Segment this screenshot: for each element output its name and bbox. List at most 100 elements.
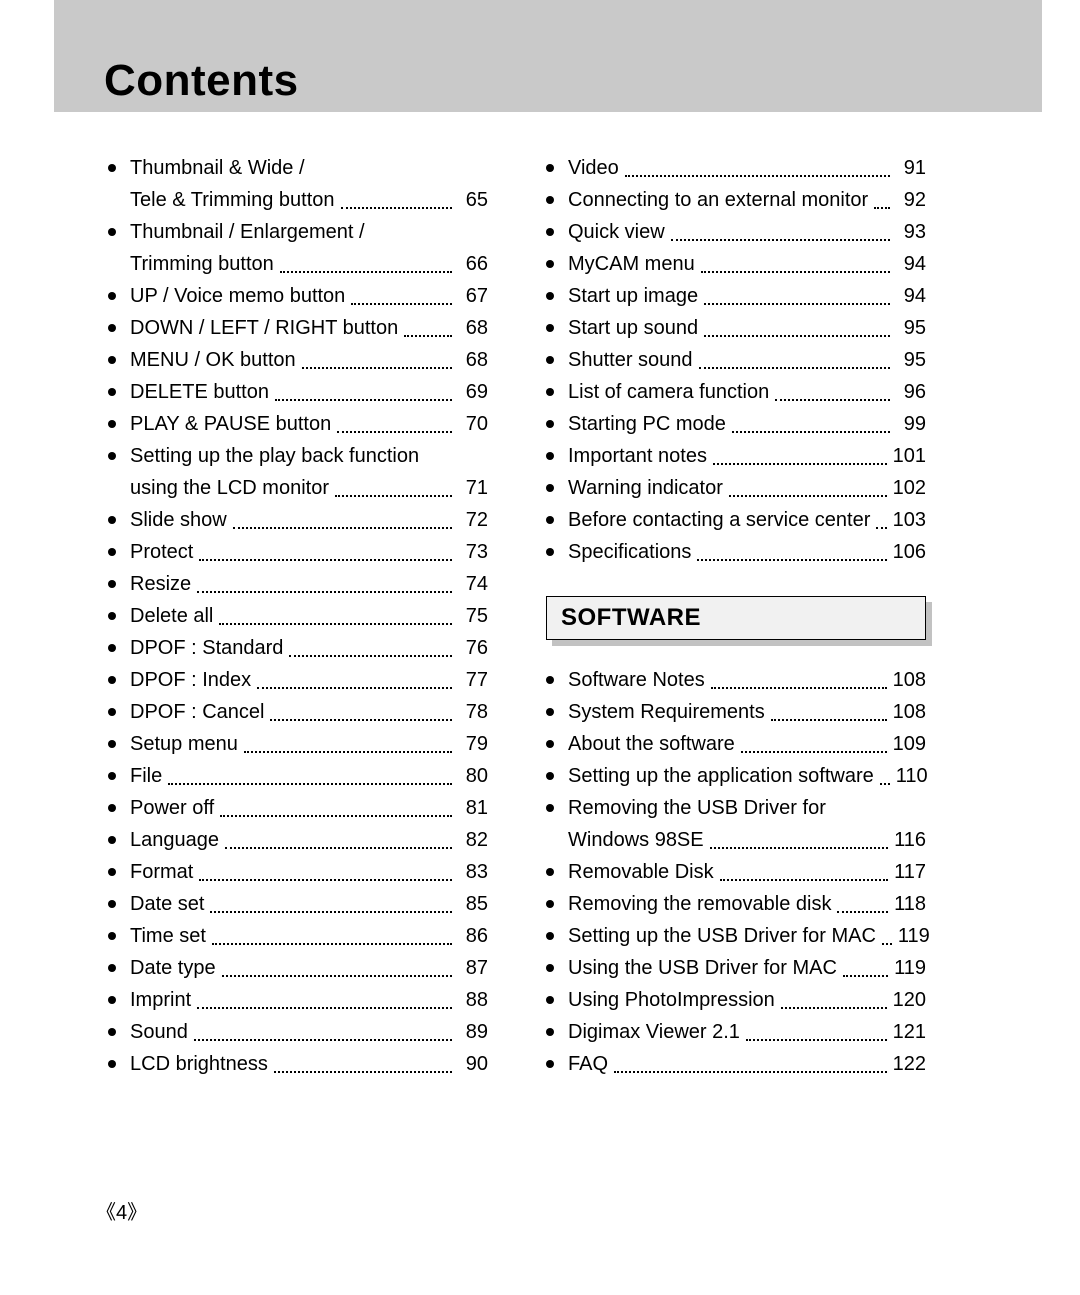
bullet-icon	[108, 996, 116, 1004]
toc-entry: Start up sound95	[546, 312, 926, 344]
toc-label: using the LCD monitor	[130, 472, 329, 504]
bullet-icon	[546, 740, 554, 748]
toc-label: Start up image	[568, 280, 698, 312]
toc-entry: Starting PC mode99	[546, 408, 926, 440]
leader-dots	[341, 207, 452, 209]
toc-entry: Start up image94	[546, 280, 926, 312]
bullet-icon	[108, 516, 116, 524]
toc-label: Video	[568, 152, 619, 184]
toc-entry: Connecting to an external monitor92	[546, 184, 926, 216]
toc-label: Setting up the application software	[568, 760, 874, 792]
toc-page: 95	[896, 344, 926, 376]
leader-dots	[701, 271, 890, 273]
toc-label: Important notes	[568, 440, 707, 472]
toc-entry: Shutter sound 95	[546, 344, 926, 376]
bullet-icon	[108, 676, 116, 684]
leader-dots	[335, 495, 452, 497]
toc-page: 108	[893, 696, 926, 728]
toc-label: UP / Voice memo button	[130, 280, 345, 312]
toc-page: 77	[458, 664, 488, 696]
bullet-icon	[546, 420, 554, 428]
toc-label: Removing the removable disk	[568, 888, 831, 920]
bullet-icon	[546, 868, 554, 876]
toc-page: 89	[458, 1016, 488, 1048]
bullet-icon	[546, 996, 554, 1004]
toc-label: PLAY & PAUSE button	[130, 408, 331, 440]
toc-page: 74	[458, 568, 488, 600]
bullet-icon	[546, 292, 554, 300]
leader-dots	[843, 975, 888, 977]
toc-entry-cont: using the LCD monitor71	[108, 472, 488, 504]
toc-label: Date type	[130, 952, 216, 984]
bullet-icon	[546, 900, 554, 908]
toc-label: Connecting to an external monitor	[568, 184, 868, 216]
toc-label: Using PhotoImpression	[568, 984, 775, 1016]
bullet-icon	[546, 356, 554, 364]
toc-page: 65	[458, 184, 488, 216]
leader-dots	[671, 239, 890, 241]
toc-label: Setting up the USB Driver for MAC	[568, 920, 876, 952]
bullet-icon	[546, 932, 554, 940]
bullet-icon	[546, 484, 554, 492]
toc-page: 99	[896, 408, 926, 440]
toc-page: 67	[458, 280, 488, 312]
toc-label: Sound	[130, 1016, 188, 1048]
toc-entry: Format83	[108, 856, 488, 888]
toc-label: Thumbnail / Enlargement /	[130, 216, 365, 248]
toc-entry-cont: Trimming button66	[108, 248, 488, 280]
leader-dots	[720, 879, 889, 881]
toc-label: Trimming button	[130, 248, 274, 280]
bullet-icon	[108, 868, 116, 876]
leader-dots	[197, 591, 452, 593]
bullet-icon	[546, 548, 554, 556]
toc-label: Date set	[130, 888, 204, 920]
leader-dots	[275, 399, 452, 401]
bullet-icon	[108, 644, 116, 652]
toc-entry: Important notes101	[546, 440, 926, 472]
toc-entry: Delete all75	[108, 600, 488, 632]
toc-page: 109	[893, 728, 926, 760]
toc-entry: File80	[108, 760, 488, 792]
toc-entry-cont: Windows 98SE116	[546, 824, 926, 856]
toc-entry: List of camera function96	[546, 376, 926, 408]
toc-entry: Date set85	[108, 888, 488, 920]
toc-page: 69	[458, 376, 488, 408]
toc-entry: Setting up the play back function	[108, 440, 488, 472]
leader-dots	[876, 527, 886, 529]
toc-label: About the software	[568, 728, 735, 760]
toc-label: Windows 98SE	[568, 824, 704, 856]
toc-page: 119	[898, 920, 930, 952]
leader-dots	[741, 751, 887, 753]
toc-label: LCD brightness	[130, 1048, 268, 1080]
toc-page: 76	[458, 632, 488, 664]
leader-dots	[614, 1071, 887, 1073]
leader-dots	[233, 527, 452, 529]
toc-page: 122	[893, 1048, 926, 1080]
bullet-icon	[108, 164, 116, 172]
leader-dots	[771, 719, 887, 721]
bullet-icon	[546, 1060, 554, 1068]
bullet-icon	[108, 740, 116, 748]
toc-entry: Setting up the USB Driver for MAC119	[546, 920, 926, 952]
toc-label: Removing the USB Driver for	[568, 792, 826, 824]
leader-dots	[197, 1007, 452, 1009]
bullet-icon	[108, 548, 116, 556]
bullet-icon	[108, 580, 116, 588]
right-top-list: Video91Connecting to an external monitor…	[546, 152, 926, 568]
toc-page: 121	[893, 1016, 926, 1048]
toc-entry: LCD brightness90	[108, 1048, 488, 1080]
leader-dots	[732, 431, 890, 433]
toc-label: MENU / OK button	[130, 344, 296, 376]
toc-page: 93	[896, 216, 926, 248]
toc-page: 95	[896, 312, 926, 344]
toc-entry: Software Notes108	[546, 664, 926, 696]
bullet-icon	[108, 836, 116, 844]
bullet-icon	[546, 1028, 554, 1036]
leader-dots	[289, 655, 452, 657]
toc-label: Quick view	[568, 216, 665, 248]
toc-label: Shutter sound	[568, 344, 693, 376]
toc-label: Tele & Trimming button	[130, 184, 335, 216]
leader-dots	[270, 719, 452, 721]
toc-page: 78	[458, 696, 488, 728]
toc-page: 96	[896, 376, 926, 408]
